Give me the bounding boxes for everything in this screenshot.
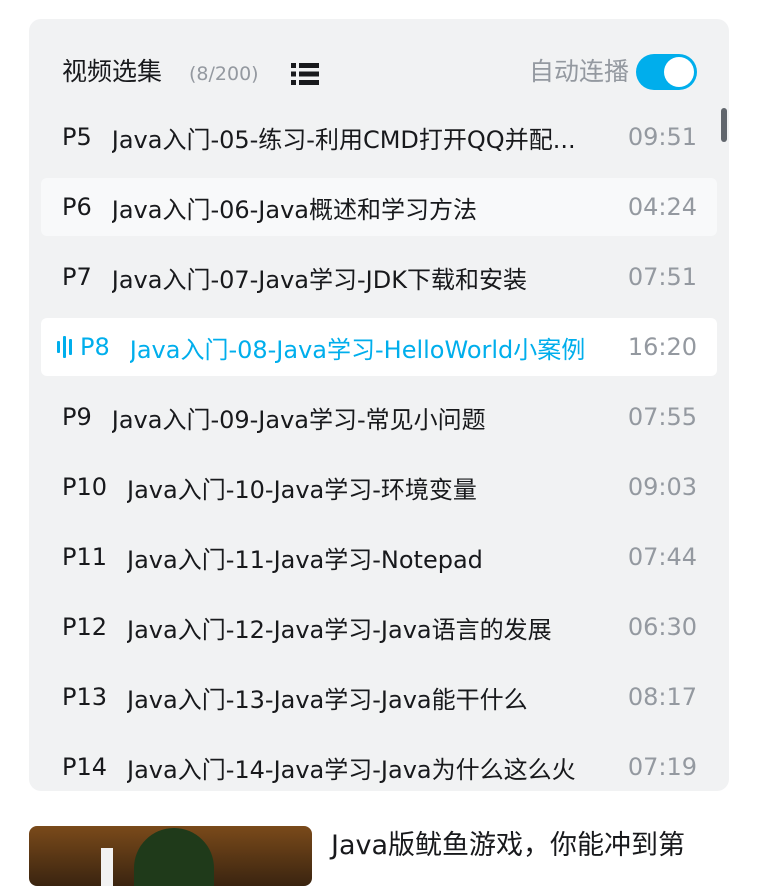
episode-row[interactable]: P11 Java入门-11-Java学习-Notepad 07:44 [41,528,717,586]
episode-duration: 08:17 [627,683,697,711]
episode-number: P13 [62,683,108,711]
episode-title: Java入门-14-Java学习-Java为什么这么火 [127,755,576,784]
episode-row[interactable]: P5 Java入门-05-练习-利用CMD打开QQ并配... 09:51 [41,108,717,166]
episode-title: Java入门-12-Java学习-Java语言的发展 [127,615,552,644]
related-video-thumbnail[interactable] [29,826,312,886]
episode-number: P12 [62,613,108,641]
episode-count: (8/200) [189,63,259,85]
episode-title: Java入门-06-Java概述和学习方法 [111,195,477,224]
episode-number: P7 [62,263,92,291]
panel-header: 视频选集 (8/200) 自动连播 [29,19,729,119]
episode-row[interactable]: P6 Java入门-06-Java概述和学习方法 04:24 [41,178,717,236]
episode-number: P9 [62,403,92,431]
episode-list-panel: 视频选集 (8/200) 自动连播 P5 Java入门-05-练习-利用CMD打… [29,19,729,791]
episode-title: Java入门-05-练习-利用CMD打开QQ并配... [111,125,576,154]
episode-row[interactable]: P14 Java入门-14-Java学习-Java为什么这么火 07:19 [41,738,717,791]
panel-title: 视频选集 [62,57,163,86]
episode-duration: 09:51 [627,123,697,151]
autoplay-label: 自动连播 [528,57,629,86]
episode-title: Java入门-11-Java学习-Notepad [127,545,483,574]
episode-row[interactable]: P9 Java入门-09-Java学习-常见小问题 07:55 [41,388,717,446]
episode-number: P5 [62,123,92,151]
episode-duration: 06:30 [627,613,697,641]
episode-title: Java入门-09-Java学习-常见小问题 [111,405,486,434]
list-scrollbar[interactable] [721,108,727,142]
episode-number: P11 [62,543,108,571]
episode-title: Java入门-07-Java学习-JDK下载和安装 [111,265,527,294]
episode-duration: 07:44 [627,543,697,571]
episode-title: Java入门-10-Java学习-环境变量 [127,475,477,504]
episode-title: Java入门-13-Java学习-Java能干什么 [127,685,528,714]
episode-duration: 04:24 [627,193,697,221]
related-video-title[interactable]: Java版鱿鱼游戏，你能冲到第 [331,826,685,866]
episode-duration: 07:55 [627,403,697,431]
episode-duration: 16:20 [627,333,697,361]
episode-row[interactable]: P10 Java入门-10-Java学习-环境变量 09:03 [41,458,717,516]
toggle-knob [664,57,694,87]
thumbnail-graphic [101,848,113,886]
episode-duration: 07:51 [627,263,697,291]
episode-list[interactable]: P5 Java入门-05-练习-利用CMD打开QQ并配... 09:51 P6 … [41,108,717,791]
episode-number: P14 [62,753,108,781]
episode-row[interactable]: P13 Java入门-13-Java学习-Java能干什么 08:17 [41,668,717,726]
episode-number: P10 [62,473,108,501]
episode-row[interactable]: P12 Java入门-12-Java学习-Java语言的发展 06:30 [41,598,717,656]
thumbnail-figure [134,828,214,886]
episode-duration: 07:19 [627,753,697,781]
playing-icon [57,335,72,359]
episode-row[interactable]: P7 Java入门-07-Java学习-JDK下载和安装 07:51 [41,248,717,306]
episode-duration: 09:03 [627,473,697,501]
list-icon[interactable] [291,63,321,85]
autoplay-toggle[interactable] [636,54,697,90]
episode-number: P8 [80,333,110,361]
episode-title: Java入门-08-Java学习-HelloWorld小案例 [129,335,586,364]
episode-row-current[interactable]: P8 Java入门-08-Java学习-HelloWorld小案例 16:20 [41,318,717,376]
episode-number: P6 [62,193,92,221]
